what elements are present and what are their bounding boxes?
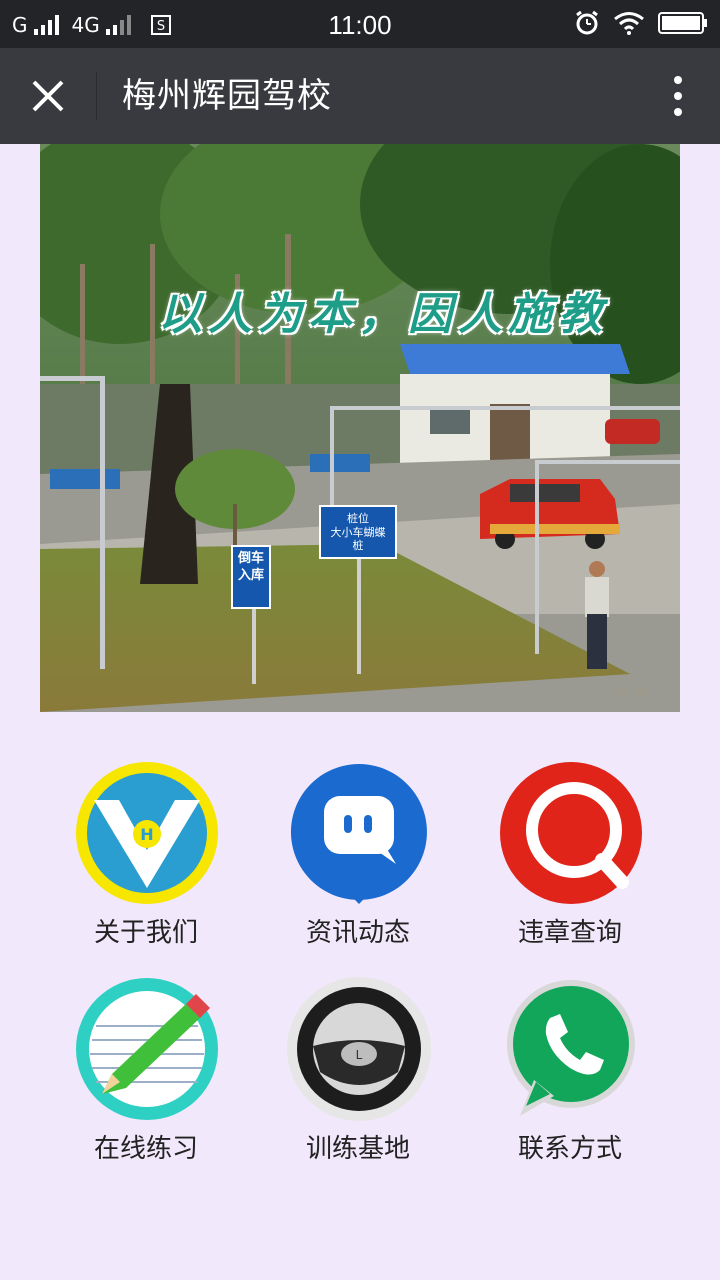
carousel-indicator	[616, 686, 648, 698]
pencil-notebook-icon	[76, 978, 218, 1120]
about-logo-icon: H	[76, 762, 218, 904]
battery-icon	[658, 12, 707, 34]
close-icon[interactable]	[26, 74, 70, 118]
menu-label: 关于我们	[93, 918, 198, 948]
menu-item-violation[interactable]: 违 违章查询	[464, 760, 676, 960]
svg-text:L: L	[356, 1048, 363, 1062]
menu-label: 资讯动态	[305, 918, 410, 948]
menu-item-news[interactable]: 资讯动态	[252, 760, 464, 960]
status-icons	[574, 10, 708, 36]
menu-label: 训练基地	[305, 1134, 410, 1164]
menu-item-training-base[interactable]: L 训练基地	[252, 976, 464, 1176]
steering-wheel-icon: L	[287, 977, 431, 1121]
carousel-dot[interactable]	[616, 686, 628, 698]
sign-stake-title: 桩位	[347, 512, 369, 525]
violation-search-icon: 违	[500, 762, 642, 904]
nav-bar: 梅州辉园驾校	[0, 48, 720, 144]
phone-chat-icon	[507, 980, 635, 1116]
svg-text:H: H	[140, 825, 153, 844]
menu-label: 联系方式	[517, 1134, 622, 1164]
sign-stake-body: 大小车蝴蝶桩	[330, 526, 386, 552]
svg-text:违: 违	[548, 801, 600, 861]
menu-item-contact[interactable]: 联系方式	[464, 976, 676, 1176]
menu-item-practice[interactable]: 在线练习	[40, 976, 252, 1176]
chat-bubble-icon	[290, 764, 427, 904]
banner-carousel[interactable]: 以人为本，因人施教 倒车入库 桩位 大小车蝴蝶桩	[40, 144, 680, 712]
banner-photo	[40, 144, 680, 712]
menu-label: 在线练习	[93, 1134, 198, 1164]
menu-item-about[interactable]: H 关于我们	[40, 760, 252, 960]
wifi-icon	[614, 12, 644, 35]
nav-divider	[96, 72, 97, 120]
carousel-dot[interactable]	[636, 686, 648, 698]
alarm-icon	[576, 10, 598, 35]
page-title: 梅州辉园驾校	[122, 76, 332, 116]
menu-label: 违章查询	[517, 918, 622, 948]
banner-slogan: 以人为本，因人施教	[158, 289, 608, 340]
sign-reverse-park: 倒车入库	[237, 551, 264, 583]
more-menu-icon[interactable]	[666, 74, 690, 118]
status-bar: G 4G S 11:00	[0, 0, 720, 48]
